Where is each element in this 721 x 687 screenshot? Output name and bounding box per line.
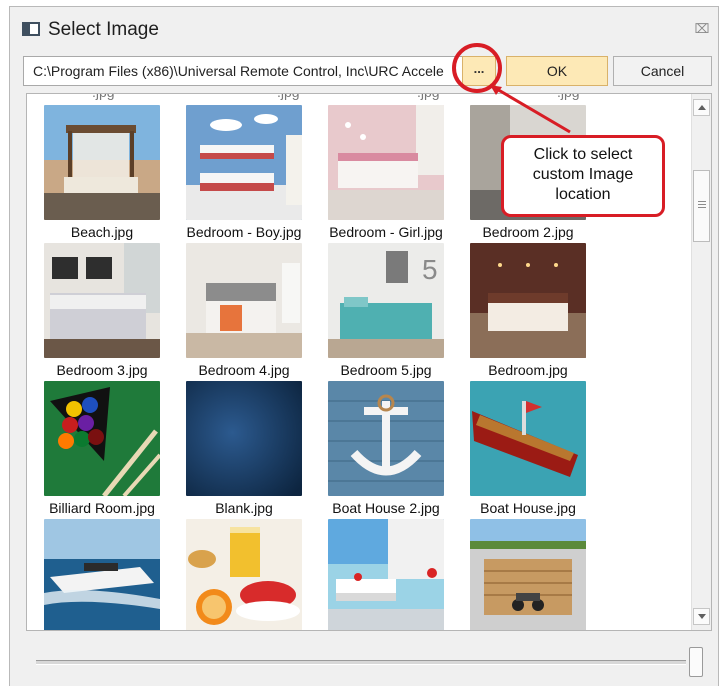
callout-line: Click to select	[533, 146, 633, 163]
annotation-pointer	[489, 83, 571, 134]
callout-line: custom Image	[532, 166, 634, 183]
callout-line: location	[555, 186, 611, 203]
annotation-callout: Click to select custom Image location	[501, 135, 665, 217]
select-image-dialog: Select Image ⌧ C:\Program Files (x86)\Un…	[9, 6, 719, 686]
browse-highlight-circle	[452, 43, 502, 93]
